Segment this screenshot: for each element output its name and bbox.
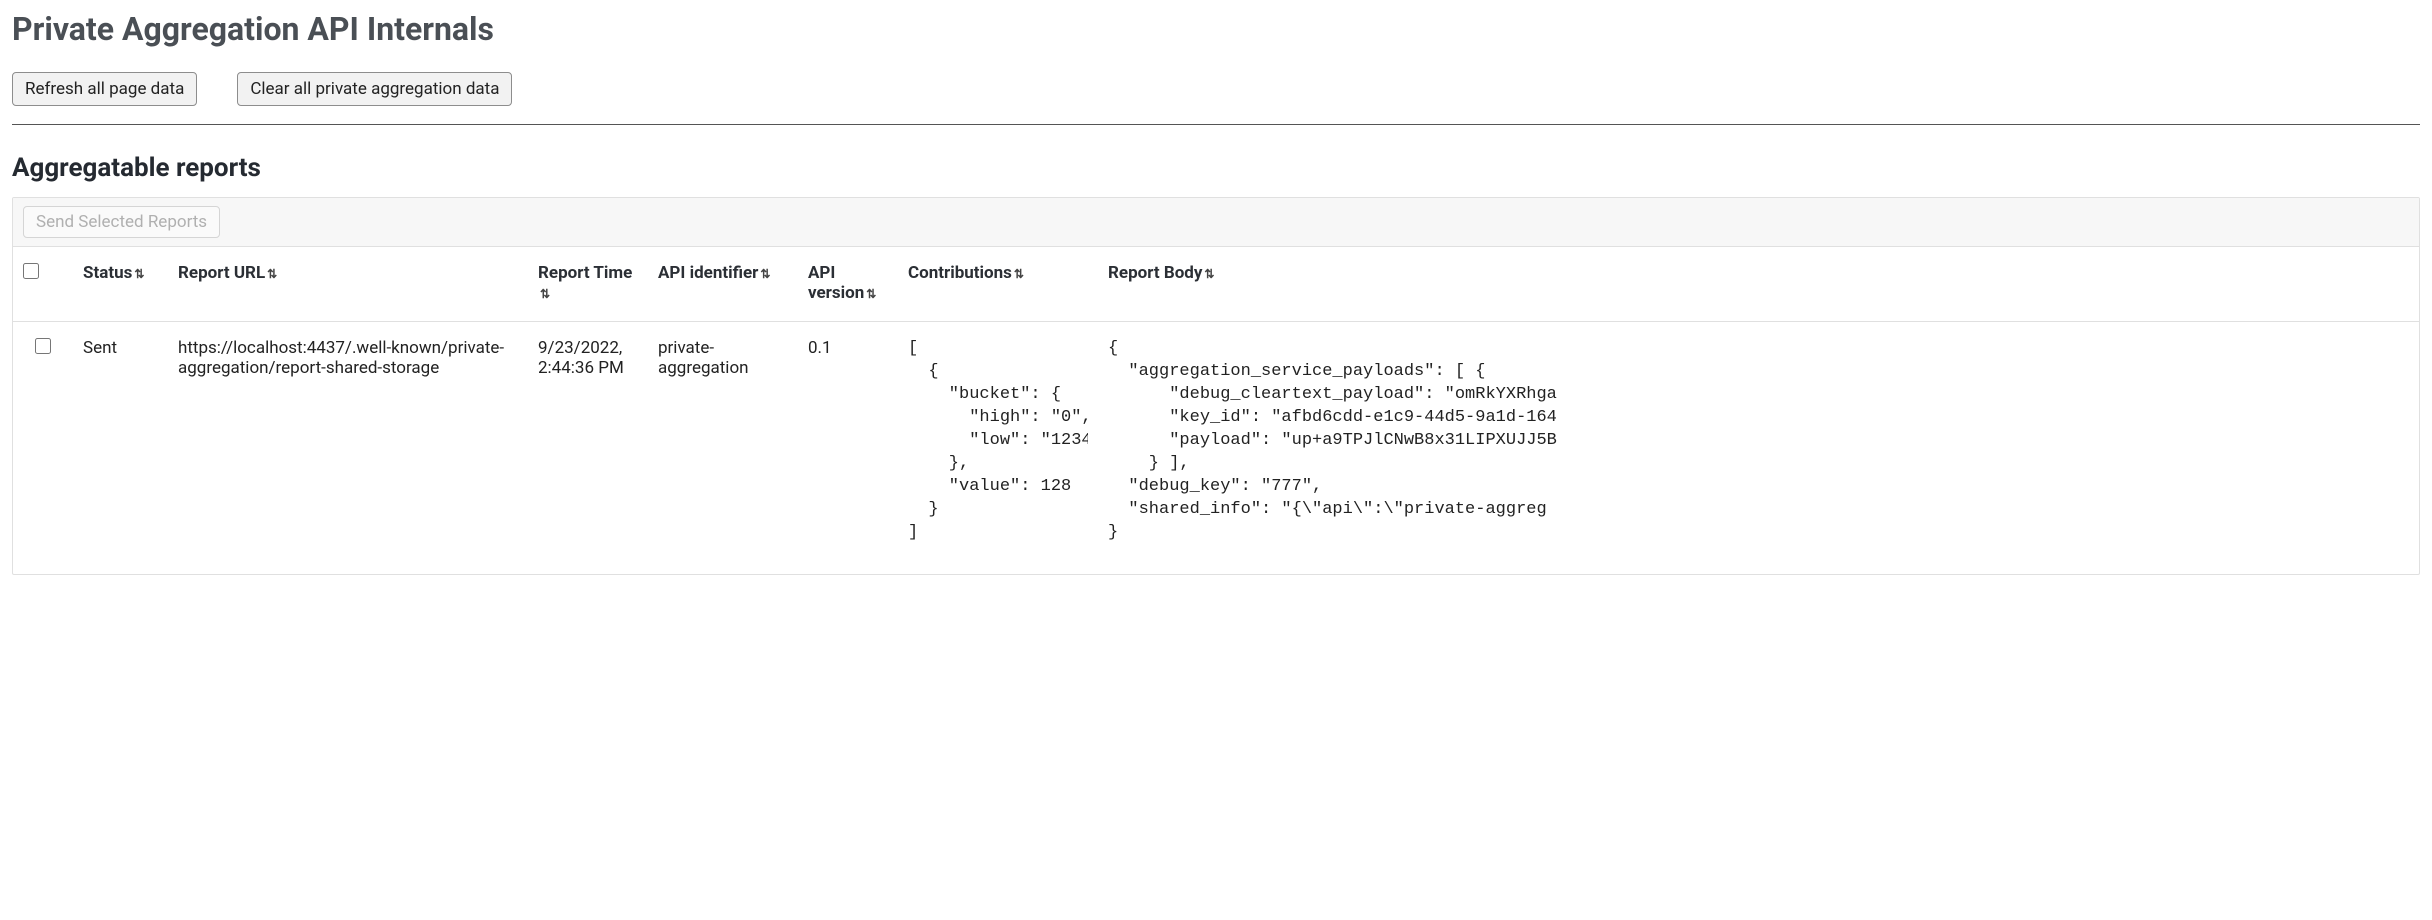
sort-icon: ⇅ xyxy=(1204,267,1214,281)
column-header-report-body[interactable]: Report Body⇅ xyxy=(1098,247,2419,322)
page-title: Private Aggregation API Internals xyxy=(12,10,2420,48)
send-selected-reports-button[interactable]: Send Selected Reports xyxy=(23,206,220,238)
sort-icon: ⇅ xyxy=(134,267,144,281)
section-divider xyxy=(12,124,2420,125)
column-header-api-identifier[interactable]: API identifier⇅ xyxy=(648,247,798,322)
sort-icon: ⇅ xyxy=(866,287,876,301)
clear-button[interactable]: Clear all private aggregation data xyxy=(237,72,512,106)
sort-icon: ⇅ xyxy=(760,267,770,281)
column-header-report-time[interactable]: Report Time ⇅ xyxy=(528,247,648,322)
contributions-pre: [ { "bucket": { "high": "0", "low": "123… xyxy=(908,338,1088,544)
cell-report-url: https://localhost:4437/.well-known/priva… xyxy=(168,322,528,575)
cell-report-time: 9/23/2022, 2:44:36 PM xyxy=(528,322,648,575)
toolbar: Refresh all page data Clear all private … xyxy=(12,72,2420,106)
reports-table-header-bar: Send Selected Reports xyxy=(13,198,2419,247)
sort-icon: ⇅ xyxy=(540,287,550,301)
select-all-checkbox[interactable] xyxy=(23,263,39,279)
reports-table-container: Send Selected Reports Status⇅ Report UR xyxy=(12,197,2420,575)
column-header-api-version[interactable]: API version⇅ xyxy=(798,247,898,322)
cell-api-identifier: private-aggregation xyxy=(648,322,798,575)
cell-status: Sent xyxy=(73,322,168,575)
column-label: API identifier xyxy=(658,263,758,283)
sort-icon: ⇅ xyxy=(1014,267,1024,281)
reports-table: Status⇅ Report URL⇅ Report Time⇅ API ide… xyxy=(13,247,2419,574)
column-header-report-url[interactable]: Report URL⇅ xyxy=(168,247,528,322)
report-body-pre: { "aggregation_service_payloads": [ { "d… xyxy=(1108,338,2409,544)
sort-icon: ⇅ xyxy=(267,267,277,281)
column-header-status[interactable]: Status⇅ xyxy=(73,247,168,322)
cell-report-body: { "aggregation_service_payloads": [ { "d… xyxy=(1098,322,2419,575)
column-label: Status xyxy=(83,263,132,283)
reports-heading: Aggregatable reports xyxy=(12,153,2420,183)
column-header-select-all xyxy=(13,247,73,322)
column-label: Contributions xyxy=(908,263,1012,283)
column-header-contributions[interactable]: Contributions⇅ xyxy=(898,247,1098,322)
refresh-button[interactable]: Refresh all page data xyxy=(12,72,197,106)
cell-api-version: 0.1 xyxy=(798,322,898,575)
cell-contributions: [ { "bucket": { "high": "0", "low": "123… xyxy=(898,322,1098,575)
column-label: API version xyxy=(808,263,864,303)
column-label: Report URL xyxy=(178,263,265,283)
column-label: Report Time xyxy=(538,263,632,283)
row-select-checkbox[interactable] xyxy=(35,338,51,354)
column-label: Report Body xyxy=(1108,263,1202,283)
table-row: Sent https://localhost:4437/.well-known/… xyxy=(13,322,2419,575)
